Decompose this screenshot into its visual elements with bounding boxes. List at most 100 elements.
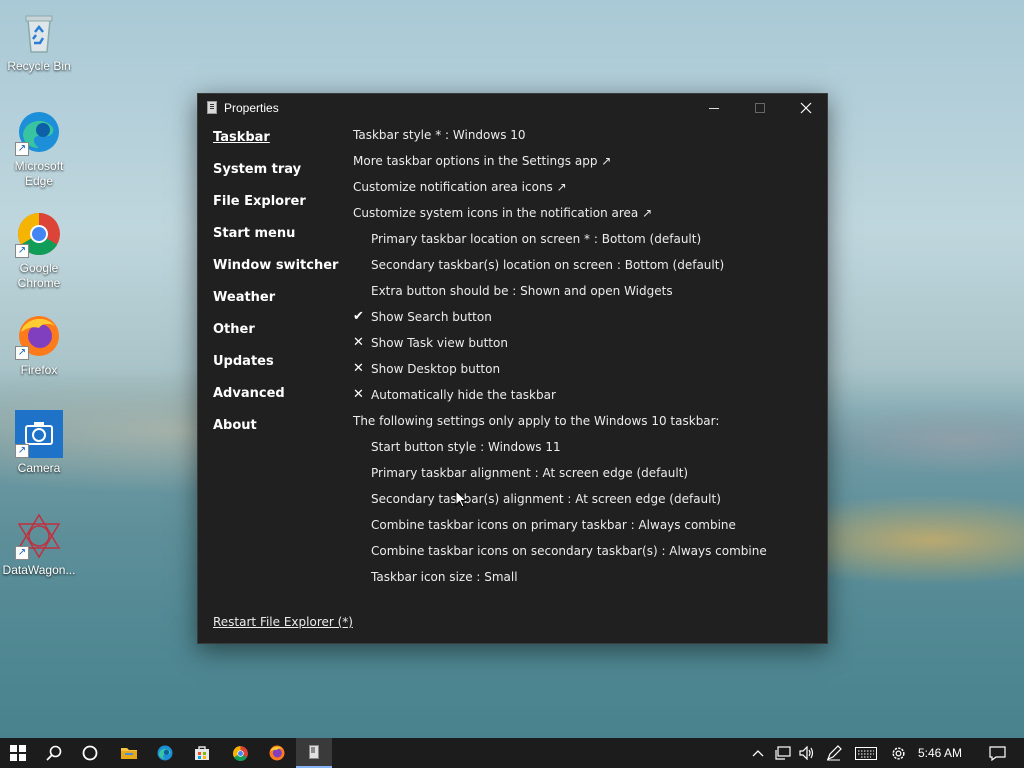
toggle-auto-hide-taskbar[interactable]: ✕ Automatically hide the taskbar — [353, 387, 813, 414]
taskbar-chrome[interactable] — [222, 738, 258, 768]
task-view-button[interactable] — [72, 738, 108, 768]
title-bar[interactable]: Properties — [198, 94, 827, 122]
desktop-icon-google-chrome[interactable]: ↗ Google Chrome — [0, 210, 78, 291]
notification-icon — [988, 745, 1006, 761]
cross-icon: ✕ — [353, 387, 364, 402]
network-tray-button[interactable] — [772, 738, 794, 768]
store-bag-icon — [195, 746, 209, 760]
toggle-show-search-button[interactable]: ✔ Show Search button — [353, 309, 813, 336]
minimize-button[interactable] — [691, 94, 737, 122]
restart-file-explorer-link[interactable]: Restart File Explorer (*) — [213, 615, 353, 629]
speaker-icon — [799, 746, 814, 760]
datawagon-icon: ↗ — [15, 512, 63, 560]
link-more-taskbar-options[interactable]: More taskbar options in the Settings app… — [353, 154, 813, 180]
setting-primary-taskbar-location[interactable]: Primary taskbar location on screen * : B… — [353, 232, 813, 258]
sidebar-item-about[interactable]: About — [213, 418, 343, 450]
sidebar-item-taskbar[interactable]: Taskbar — [213, 130, 343, 162]
desktop-icon-firefox[interactable]: ↗ Firefox — [0, 312, 78, 378]
taskbar-firefox[interactable] — [259, 738, 295, 768]
setting-label: Taskbar style * : Windows 10 — [353, 128, 526, 142]
close-button[interactable] — [783, 94, 829, 122]
taskbar-clock[interactable]: 5:46 AM — [918, 746, 962, 760]
search-icon — [46, 745, 62, 761]
shortcut-arrow-icon: ↗ — [15, 444, 29, 458]
desktop-icon-datawagon[interactable]: ↗ DataWagon... — [0, 512, 78, 578]
link-customize-notification-icons[interactable]: Customize notification area icons ↗ — [353, 180, 813, 206]
sidebar-item-updates[interactable]: Updates — [213, 354, 343, 386]
settings-tray-button[interactable] — [886, 738, 910, 768]
recycle-bin-icon — [15, 8, 63, 56]
setting-label: Customize system icons in the notificati… — [353, 206, 653, 220]
setting-label: More taskbar options in the Settings app… — [353, 154, 612, 168]
taskbar-store[interactable] — [184, 738, 220, 768]
action-center-button[interactable] — [984, 738, 1010, 768]
show-hidden-icons-button[interactable] — [750, 738, 766, 768]
properties-app-icon — [309, 745, 319, 759]
setting-label: Show Search button — [371, 310, 492, 324]
check-icon: ✔ — [353, 309, 364, 324]
touch-keyboard-button[interactable] — [852, 738, 880, 768]
shortcut-arrow-icon: ↗ — [15, 346, 29, 360]
cross-icon: ✕ — [353, 361, 364, 376]
desktop-icon-recycle-bin[interactable]: Recycle Bin — [0, 8, 78, 74]
sidebar-item-start-menu[interactable]: Start menu — [213, 226, 343, 258]
sidebar-nav: Taskbar System tray File Explorer Start … — [213, 130, 343, 450]
setting-label: Combine taskbar icons on primary taskbar… — [371, 518, 736, 532]
setting-label: Secondary taskbar(s) alignment : At scre… — [371, 492, 721, 506]
desktop-icon-label: Firefox — [20, 363, 58, 377]
gear-icon — [891, 746, 905, 760]
setting-primary-taskbar-alignment[interactable]: Primary taskbar alignment : At screen ed… — [353, 466, 813, 492]
sidebar-item-weather[interactable]: Weather — [213, 290, 343, 322]
firefox-icon — [269, 745, 285, 761]
start-button[interactable] — [0, 738, 36, 768]
section-label: The following settings only apply to the… — [353, 414, 720, 428]
desktop-icon-label: Microsoft Edge — [14, 159, 64, 188]
maximize-button[interactable] — [737, 94, 783, 122]
search-button[interactable] — [36, 738, 72, 768]
taskbar-edge[interactable] — [147, 738, 183, 768]
taskbar-file-explorer[interactable] — [111, 738, 147, 768]
setting-label: Taskbar icon size : Small — [371, 570, 518, 584]
setting-extra-button[interactable]: Extra button should be : Shown and open … — [353, 284, 813, 310]
sidebar-item-system-tray[interactable]: System tray — [213, 162, 343, 194]
setting-label: Combine taskbar icons on secondary taskb… — [371, 544, 767, 558]
app-icon — [207, 101, 217, 114]
properties-window: Properties Taskbar System tray File Expl… — [197, 93, 828, 644]
setting-label: Extra button should be : Shown and open … — [371, 284, 673, 298]
desktop-icon-microsoft-edge[interactable]: ↗ Microsoft Edge — [0, 108, 78, 189]
setting-secondary-taskbar-location[interactable]: Secondary taskbar(s) location on screen … — [353, 258, 813, 284]
taskbar-properties-app[interactable] — [296, 738, 332, 768]
minimize-icon — [709, 107, 719, 109]
setting-start-button-style[interactable]: Start button style : Windows 11 — [353, 440, 813, 466]
setting-secondary-taskbar-alignment[interactable]: Secondary taskbar(s) alignment : At scre… — [353, 492, 813, 518]
toggle-show-desktop-button[interactable]: ✕ Show Desktop button — [353, 361, 813, 388]
chrome-icon: ↗ — [15, 210, 63, 258]
sidebar-item-other[interactable]: Other — [213, 322, 343, 354]
setting-label: Customize notification area icons ↗ — [353, 180, 567, 194]
sidebar-item-advanced[interactable]: Advanced — [213, 386, 343, 418]
desktop-icon-label: DataWagon... — [2, 563, 76, 577]
desktop-icon-camera[interactable]: ↗ Camera — [0, 410, 78, 476]
setting-label: Primary taskbar location on screen * : B… — [371, 232, 702, 246]
shortcut-arrow-icon: ↗ — [15, 546, 29, 560]
setting-label: Start button style : Windows 11 — [371, 440, 561, 454]
setting-combine-primary[interactable]: Combine taskbar icons on primary taskbar… — [353, 518, 813, 544]
sidebar-item-file-explorer[interactable]: File Explorer — [213, 194, 343, 226]
window-title: Properties — [224, 101, 279, 115]
shortcut-arrow-icon: ↗ — [15, 142, 29, 156]
desktop-icon-label: Recycle Bin — [7, 59, 71, 73]
toggle-show-task-view-button[interactable]: ✕ Show Task view button — [353, 335, 813, 362]
link-customize-system-icons[interactable]: Customize system icons in the notificati… — [353, 206, 813, 232]
volume-tray-button[interactable] — [796, 738, 818, 768]
setting-label: Automatically hide the taskbar — [371, 388, 556, 402]
setting-label: Show Task view button — [371, 336, 508, 350]
sidebar-item-window-switcher[interactable]: Window switcher — [213, 258, 343, 290]
folder-icon — [121, 748, 137, 759]
settings-list: Taskbar style * : Windows 10 More taskba… — [353, 128, 813, 596]
setting-taskbar-icon-size[interactable]: Taskbar icon size : Small — [353, 570, 813, 596]
desktop-icon-label: Camera — [17, 461, 61, 475]
taskbar: 5:46 AM — [0, 738, 1024, 768]
pen-workspace-button[interactable] — [822, 738, 846, 768]
setting-combine-secondary[interactable]: Combine taskbar icons on secondary taskb… — [353, 544, 813, 570]
setting-taskbar-style[interactable]: Taskbar style * : Windows 10 — [353, 128, 813, 154]
